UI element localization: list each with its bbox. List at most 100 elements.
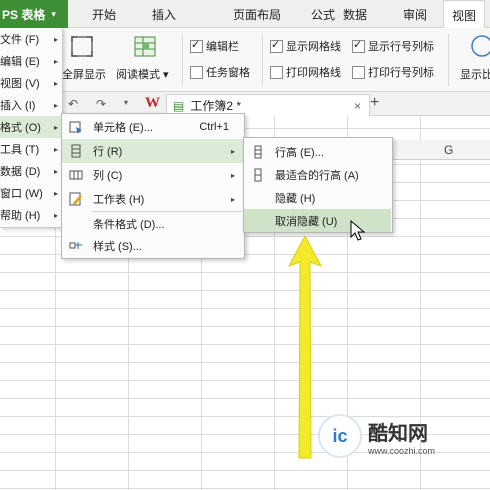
tab-insert-label: 插入	[152, 7, 177, 22]
zoom-button[interactable]: 显示比	[460, 66, 490, 82]
checkbox-icon	[190, 65, 203, 79]
checkbox-show-gridlines[interactable]: 显示网格线	[270, 38, 341, 54]
checkbox-label: 打印网格线	[286, 67, 341, 79]
sheet-edit-icon	[69, 192, 83, 206]
hide-icon	[251, 191, 265, 205]
tab-home[interactable]: 开始	[92, 0, 116, 28]
menu-item-autofit-row-height-label: 最适合的行高 (A)	[275, 169, 359, 182]
tab-page-layout[interactable]: 页面布局	[233, 0, 281, 28]
autofit-icon	[251, 168, 265, 182]
tab-formula-label: 公式	[311, 7, 336, 22]
coozhi-logo-icon: ic	[318, 414, 362, 458]
menu-tools-label: 工具 (T)	[0, 144, 40, 156]
menu-tools[interactable]: 工具 (T) ▸	[0, 138, 62, 160]
fullscreen-icon	[68, 34, 96, 60]
new-tab-button[interactable]: +	[370, 94, 379, 112]
menu-item-row[interactable]: 行 (R) ▸	[62, 139, 243, 163]
tab-home-label: 开始	[92, 7, 117, 22]
chevron-down-icon: ▾	[51, 8, 56, 19]
menu-item-row-label: 行 (R)	[93, 146, 123, 158]
checkbox-print-gridlines[interactable]: 打印网格线	[270, 64, 341, 80]
watermark-name: 酷知网	[368, 422, 428, 445]
checkbox-icon	[270, 38, 283, 53]
menu-help-label: 帮助 (H)	[0, 210, 41, 222]
app-name: PS 表格	[2, 7, 46, 22]
menu-insert-label: 插入 (I)	[0, 100, 36, 112]
zoom-icon	[466, 34, 490, 62]
menu-item-style[interactable]: 样式 (S)...	[62, 234, 243, 258]
menu-help[interactable]: 帮助 (H) ▸	[0, 204, 62, 226]
checkbox-label: 显示行号列标	[368, 41, 434, 53]
cell-format-icon	[69, 120, 83, 134]
chevron-down-icon[interactable]: ▾	[124, 98, 128, 107]
menu-item-cell[interactable]: 单元格 (E)... Ctrl+1	[62, 115, 243, 139]
menu-item-row-height[interactable]: 行高 (E)...	[244, 140, 391, 163]
chevron-down-icon: ▾	[160, 69, 169, 81]
menu-item-column-label: 列 (C)	[93, 170, 123, 182]
tab-view[interactable]: 视图	[443, 0, 486, 29]
menu-edit[interactable]: 编辑 (E) ▸	[0, 50, 62, 72]
checkbox-task-pane[interactable]: 任务窗格	[190, 64, 250, 80]
menu-window[interactable]: 窗口 (W) ▸	[0, 182, 62, 204]
tab-review-label: 审阅	[403, 7, 428, 22]
checkbox-label: 编辑栏	[206, 41, 239, 53]
watermark: ic 酷知网 www.coozhi.com	[318, 414, 468, 458]
spreadsheet-file-icon: ▤	[173, 98, 185, 113]
checkbox-print-headers[interactable]: 打印行号列标	[352, 64, 434, 80]
undo-icon[interactable]: ↶	[68, 97, 78, 111]
chevron-right-icon: ▸	[53, 56, 58, 66]
checkbox-formula-bar[interactable]: 编辑栏	[190, 38, 239, 54]
menu-item-hide-row-label: 隐藏 (H)	[275, 192, 316, 205]
chevron-right-icon: ▸	[230, 170, 235, 180]
ribbon-divider	[448, 34, 449, 86]
menu-item-hide-row[interactable]: 隐藏 (H)	[244, 186, 391, 209]
close-tab-button[interactable]: ×	[354, 99, 361, 113]
reading-mode-icon	[131, 34, 159, 60]
checkbox-icon	[352, 65, 365, 79]
menu-insert[interactable]: 插入 (I) ▸	[0, 94, 62, 116]
column-header-g[interactable]: G	[444, 143, 453, 157]
chevron-right-icon: ▸	[230, 146, 235, 156]
chevron-right-icon: ▸	[230, 194, 235, 204]
chevron-right-icon: ▸	[53, 122, 58, 132]
chevron-right-icon: ▸	[53, 34, 58, 44]
checkbox-icon	[352, 38, 365, 53]
menu-data[interactable]: 数据 (D) ▸	[0, 160, 62, 182]
fullscreen-button[interactable]: 全屏显示	[62, 66, 106, 82]
checkbox-show-headers[interactable]: 显示行号列标	[352, 38, 434, 54]
menu-item-unhide-row[interactable]: 取消隐藏 (U)	[244, 209, 391, 232]
menu-item-column[interactable]: 列 (C) ▸	[62, 163, 243, 187]
row-icon	[69, 144, 83, 158]
tab-review[interactable]: 审阅	[403, 0, 427, 28]
redo-icon[interactable]: ↷	[96, 97, 106, 111]
tab-data-label: 数据	[343, 7, 368, 22]
ribbon-divider	[262, 34, 263, 86]
menu-view[interactable]: 视图 (V) ▸	[0, 72, 62, 94]
menu-format[interactable]: 格式 (O) ▸	[0, 116, 62, 138]
document-tab-title: 工作簿2 *	[190, 99, 242, 113]
tab-formula[interactable]: 公式	[311, 0, 335, 28]
menu-item-row-height-label: 行高 (E)...	[275, 146, 324, 159]
chevron-right-icon: ▸	[53, 210, 58, 220]
mouse-pointer-icon	[350, 219, 366, 242]
chevron-right-icon: ▸	[53, 188, 58, 198]
menu-item-sheet[interactable]: 工作表 (H) ▸	[62, 187, 243, 211]
menu-window-label: 窗口 (W)	[0, 188, 43, 200]
menu-file[interactable]: 文件 (F) ▸	[0, 28, 62, 50]
ribbon-divider	[182, 34, 183, 86]
tab-page-layout-label: 页面布局	[233, 7, 282, 22]
tab-data[interactable]: 数据	[343, 0, 367, 28]
menu-item-unhide-row-label: 取消隐藏 (U)	[275, 215, 338, 228]
menu-item-conditional-format[interactable]: 条件格式 (D)...	[62, 212, 243, 236]
app-menu-button[interactable]: PS 表格 ▾	[0, 0, 68, 28]
tab-insert[interactable]: 插入	[152, 0, 176, 28]
menu-format-label: 格式 (O)	[0, 122, 41, 134]
checkbox-icon	[190, 38, 203, 53]
reading-mode-button[interactable]: 阅读模式 ▾	[116, 66, 169, 82]
menu-edit-label: 编辑 (E)	[0, 56, 40, 68]
menu-item-cell-label: 单元格 (E)...	[93, 122, 153, 134]
menu-item-autofit-row-height[interactable]: 最适合的行高 (A)	[244, 163, 391, 186]
chevron-right-icon: ▸	[53, 166, 58, 176]
checkbox-icon	[270, 65, 283, 79]
unhide-icon	[251, 214, 265, 228]
